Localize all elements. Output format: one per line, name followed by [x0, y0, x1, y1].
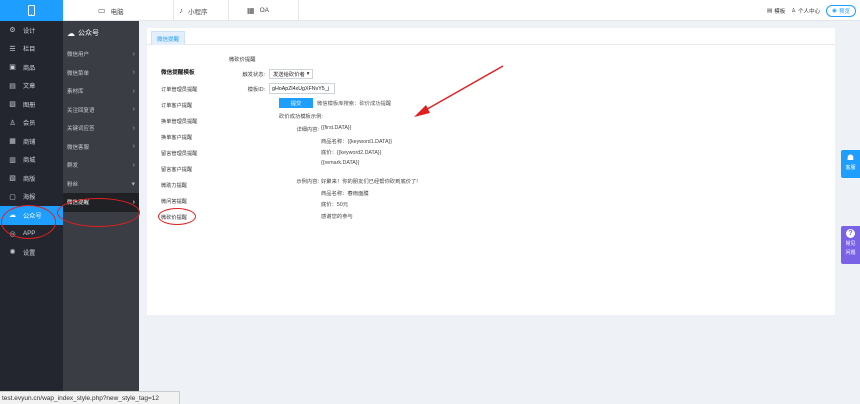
- template-item[interactable]: 换单管理员提醒: [161, 118, 223, 134]
- chevron-right-icon: ›: [132, 143, 135, 151]
- question-icon: ?: [846, 229, 855, 238]
- article-icon: ▤: [9, 82, 16, 90]
- trigger-select[interactable]: 发送给砍价者 ▾: [269, 69, 314, 79]
- box-icon: ▢: [9, 193, 16, 201]
- annotation-ring-bargain: [158, 208, 196, 225]
- user-icon: ♙: [791, 7, 797, 14]
- list-icon: ☰: [9, 45, 16, 53]
- top-bar: ▭ 电脑 ♪ 小程序 ▦ OA ▤ 模板 ♙ 个人中心 ◉ 预览: [0, 0, 860, 21]
- search-hint: 微信模板库搜索：砍价成功提醒: [317, 101, 392, 107]
- subnav-item-menu[interactable]: 微信菜单 ›: [63, 64, 139, 83]
- template-link[interactable]: ▤ 模板: [767, 7, 785, 15]
- eye-icon: ◉: [832, 7, 837, 14]
- detail-block: 详细内容: {{first.DATA}} 商品名称：{{keyword1.DAT…: [229, 125, 629, 171]
- chevron-right-icon: ›: [132, 106, 135, 114]
- sidebar-item-column[interactable]: ☰ 栏目: [0, 40, 63, 59]
- submit-button[interactable]: 提交: [279, 98, 313, 108]
- template-item[interactable]: 订单管理员提醒: [161, 86, 223, 102]
- sidebar-item-design[interactable]: ⚙ 设计: [0, 21, 63, 40]
- chevron-right-icon: ›: [132, 69, 135, 77]
- layout-icon: ▧: [9, 175, 16, 183]
- template-item[interactable]: 留言客户提醒: [161, 166, 223, 182]
- template-list: 微信提醒模板 订单管理员提醒 订单客户提醒 换单管理员提醒 换单客户提醒 留言管…: [161, 68, 223, 230]
- settings-icon: ✺: [9, 249, 16, 257]
- sidebar-item-gallery[interactable]: ▨ 图册: [0, 95, 63, 114]
- subnav-item-service[interactable]: 微信客服 ›: [63, 138, 139, 157]
- template-id-label: 模板ID:: [247, 86, 265, 93]
- calendar-icon: ▦: [247, 6, 255, 15]
- store-icon: ▦: [9, 138, 16, 146]
- goods-icon: ▣: [9, 64, 16, 72]
- arrow-head: [414, 105, 430, 117]
- template-item[interactable]: 换单客户提醒: [161, 134, 223, 150]
- arrow-shaft: [421, 65, 504, 113]
- gallery-icon: ▨: [9, 101, 16, 109]
- chevron-down-icon: ▾: [131, 180, 135, 188]
- sidebar-item-poster[interactable]: ▢ 海报: [0, 188, 63, 207]
- sample-block: 示例内容: 好聚来！你的朋友们已经帮你砍到底价了! 商品名称：春雨面膜 底价：5…: [229, 177, 629, 223]
- chevron-right-icon: ›: [132, 87, 135, 95]
- sample-label: 示例内容:: [296, 179, 319, 185]
- chevron-right-icon: ›: [132, 161, 135, 169]
- template-icon: ▤: [767, 7, 773, 14]
- gear-icon: ⚙: [9, 27, 16, 35]
- detail-line: {{remark.DATA}}: [321, 159, 360, 166]
- sidebar-item-store[interactable]: ▦ 商铺: [0, 132, 63, 151]
- faq-float[interactable]: ? 常见 问题: [841, 226, 860, 264]
- sample-line: 底价：50元: [321, 202, 349, 208]
- detail-lines: {{first.DATA}} 商品名称：{{keyword1.DATA}} 底价…: [321, 125, 392, 171]
- template-item[interactable]: 订单客户提醒: [161, 102, 223, 118]
- user-center-link[interactable]: ♙ 个人中心: [791, 7, 820, 15]
- template-id-input[interactable]: gHoApZl4xUgXFNvY5_j: [269, 83, 335, 94]
- monitor-icon: ▭: [98, 6, 106, 15]
- example-title: 砍价成功模板示例:: [279, 114, 323, 120]
- template-list-title: 微信提醒模板: [161, 70, 195, 76]
- service-icon: ☗: [846, 153, 855, 162]
- sidebar-item-goods[interactable]: ▣ 商品: [0, 58, 63, 77]
- sidebar-item-mall[interactable]: ▥ 商城: [0, 151, 63, 170]
- detail-line: 商品名称：{{keyword1.DATA}}: [321, 138, 393, 145]
- tab-oa[interactable]: ▦ OA: [212, 0, 302, 21]
- detail-line: 底价：{{keyword2.DATA}}: [321, 150, 382, 156]
- preview-button[interactable]: ◉ 预览: [826, 4, 856, 17]
- annotation-arrow: [414, 65, 504, 117]
- annotation-ring-wechat: [1, 205, 56, 239]
- subnav-item-users[interactable]: 微信用户 ›: [63, 45, 139, 64]
- sidebar-item-settings[interactable]: ✺ 设置: [0, 243, 63, 262]
- wechat-icon: ☁: [67, 28, 75, 38]
- customer-service-float[interactable]: ☗ 客服: [841, 150, 860, 178]
- mobile-logo[interactable]: [0, 0, 63, 21]
- template-item[interactable]: 留言管理员提醒: [161, 150, 223, 166]
- chevron-right-icon: ›: [132, 124, 135, 132]
- sidebar-item-member[interactable]: ♙ 会员: [0, 114, 63, 133]
- user-icon: ♙: [9, 119, 16, 127]
- subnav-header: ☁ 公众号: [67, 28, 99, 38]
- card-tab-bar: 微信提醒: [147, 28, 835, 45]
- template-item[interactable]: 微助力提醒: [161, 182, 223, 198]
- subnav-item-fans[interactable]: 粉丝 ▾: [63, 175, 139, 194]
- tab-wechat-reminder[interactable]: 微信提醒: [151, 31, 186, 45]
- annotation-ring-reminder: [57, 198, 140, 227]
- miniprogram-icon: ♪: [179, 6, 183, 15]
- subnav-item-follow-reply[interactable]: 关注回复语 ›: [63, 101, 139, 120]
- sidebar-item-article[interactable]: ▤ 文章: [0, 77, 63, 96]
- sidebar-item-layout[interactable]: ▧ 商版: [0, 169, 63, 188]
- detail-line: {{first.DATA}}: [321, 125, 352, 131]
- browser-status-bar: test.evyun.cn/wap_index_style.php?new_st…: [0, 391, 180, 404]
- chevron-right-icon: ›: [132, 50, 135, 58]
- sample-line: 好聚来！你的朋友们已经帮你砍到底价了!: [321, 179, 418, 185]
- mall-icon: ▥: [9, 156, 16, 164]
- detail-label: 详细内容:: [296, 127, 319, 133]
- top-right-actions: ▤ 模板 ♙ 个人中心 ◉ 预览: [767, 0, 860, 21]
- subnav-item-keyword-reply[interactable]: 关键词应答 ›: [63, 119, 139, 138]
- subnav-item-materials[interactable]: 素材库 ›: [63, 82, 139, 101]
- divider: [298, 0, 299, 21]
- phone-icon: [28, 5, 35, 16]
- trigger-label: 触发状态:: [242, 72, 265, 78]
- chevron-down-icon: ▾: [306, 71, 310, 77]
- sample-line: 感谢您的参与: [321, 213, 353, 220]
- sample-line: 商品名称：春雨面膜: [321, 190, 369, 197]
- sample-lines: 好聚来！你的朋友们已经帮你砍到底价了! 商品名称：春雨面膜 底价：50元 感谢您…: [321, 177, 418, 223]
- subnav-item-broadcast[interactable]: 群发 ›: [63, 156, 139, 175]
